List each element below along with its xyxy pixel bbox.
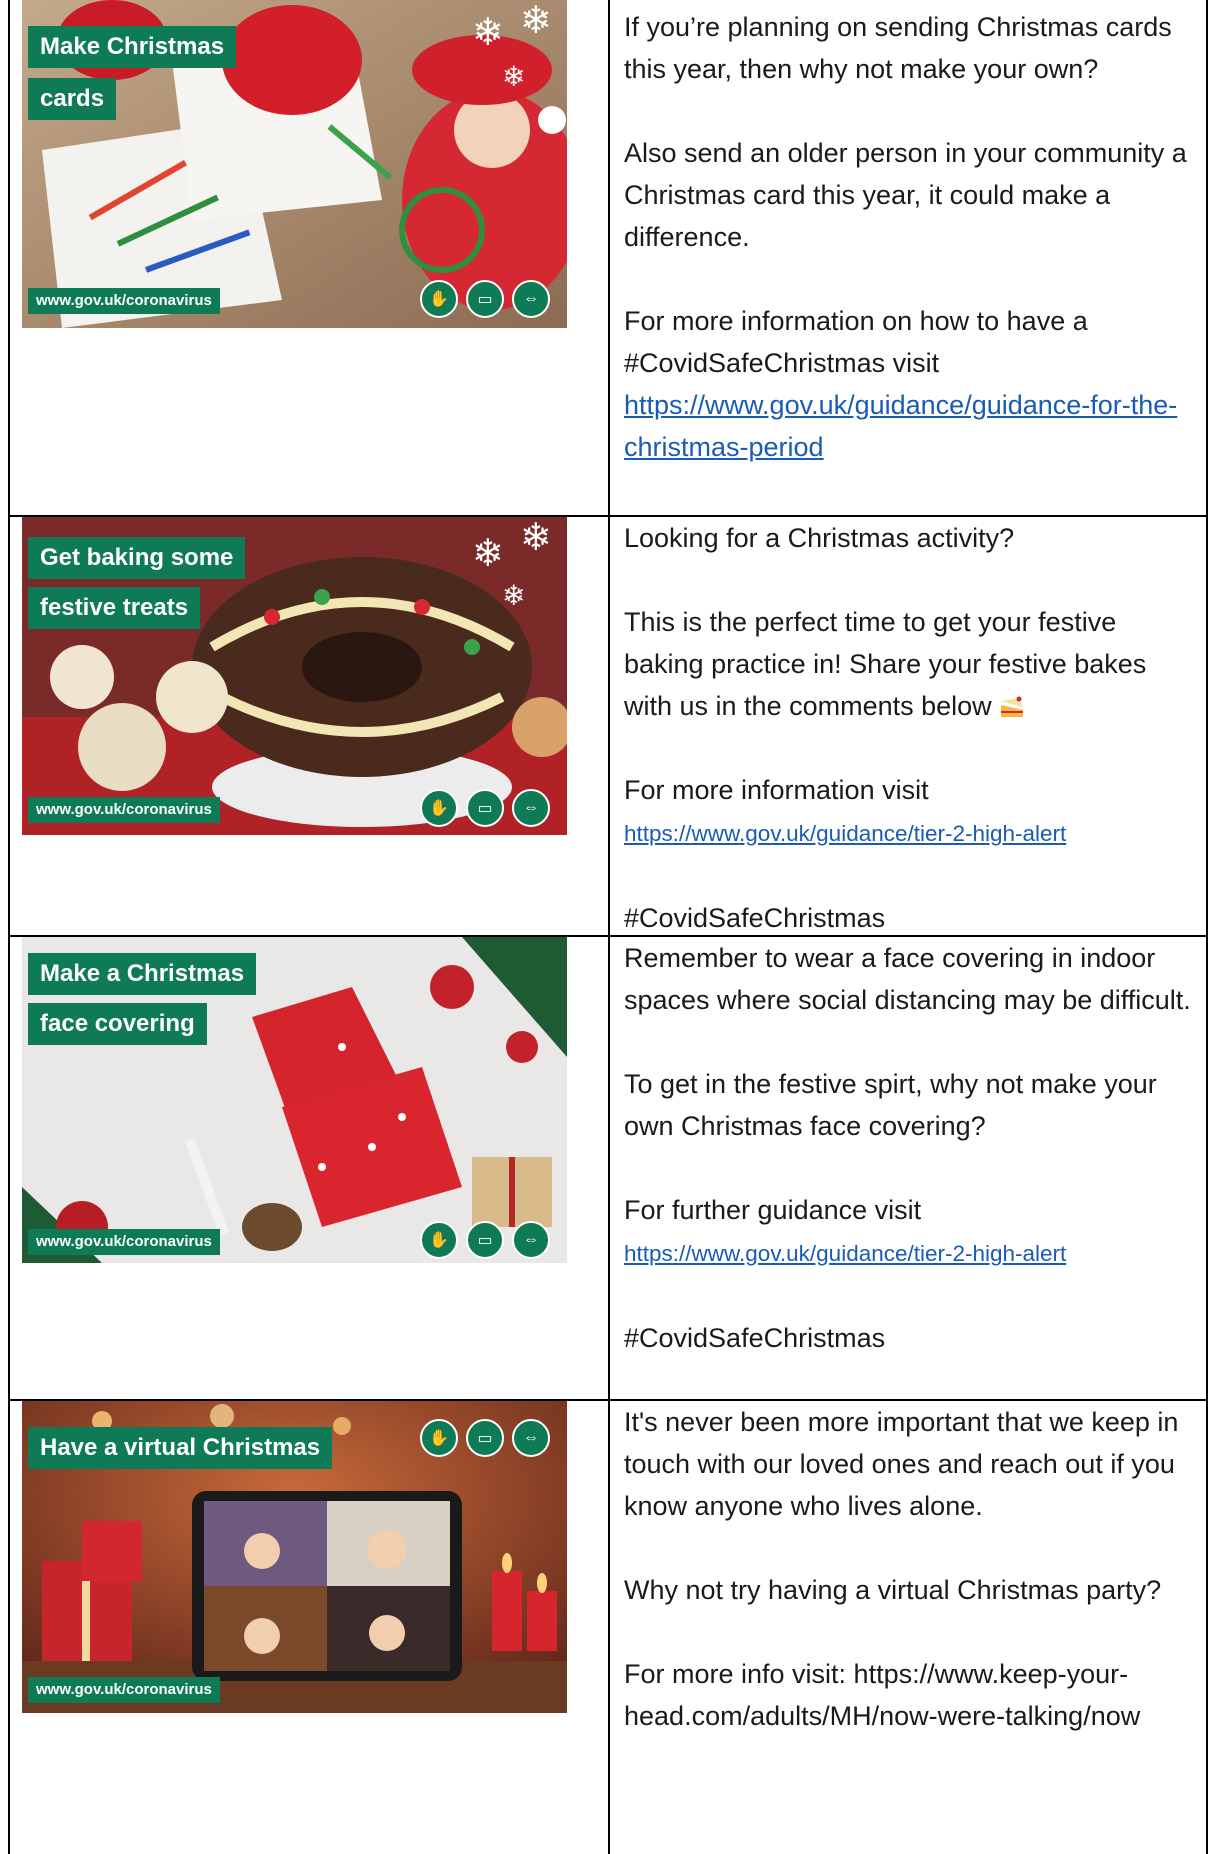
post-copy: If you’re planning on sending Christmas …: [624, 6, 1194, 468]
image-banner-title: Make Christmas: [28, 26, 237, 68]
covid-icons: ✋ ▭ ⇔: [420, 789, 550, 827]
virtual-christmas-image: Have a virtual Christmas www.gov.uk/coro…: [22, 1401, 567, 1713]
social-distance-icon: ⇔: [512, 1419, 550, 1457]
table-row: Have a virtual Christmas www.gov.uk/coro…: [8, 1399, 1208, 1854]
hand-wash-icon: ✋: [420, 1221, 458, 1259]
post-copy: Looking for a Christmas activity? This i…: [624, 517, 1194, 939]
image-banner-title: Have a virtual Christmas: [28, 1427, 333, 1469]
table-row: Make a Christmas face covering www.gov.u…: [8, 935, 1208, 1399]
hand-wash-icon: ✋: [420, 280, 458, 318]
face-mask-icon: ▭: [466, 1419, 504, 1457]
christmas-cards-image: Make Christmas cards www.gov.uk/coronavi…: [22, 0, 567, 328]
hand-wash-icon: ✋: [420, 1419, 458, 1457]
guidance-link[interactable]: https://www.gov.uk/guidance/tier-2-high-…: [624, 821, 1066, 846]
image-banner-title: cards: [28, 78, 117, 120]
snowflake-icon: ❄: [502, 580, 526, 611]
post-copy: It's never been more important that we k…: [624, 1401, 1194, 1737]
guidance-link[interactable]: https://www.gov.uk/guidance/guidance-for…: [624, 390, 1177, 462]
covid-icons: ✋ ▭ ⇔: [420, 280, 550, 318]
snowflake-icon: ❄: [520, 0, 552, 42]
paragraph: To get in the festive spirt, why not mak…: [624, 1069, 1157, 1141]
table-row: Make Christmas cards www.gov.uk/coronavi…: [8, 0, 1208, 515]
content-table: Make Christmas cards www.gov.uk/coronavi…: [8, 0, 1208, 1854]
covid-icons: ✋ ▭ ⇔: [420, 1221, 550, 1259]
table-row: Get baking some festive treats www.gov.u…: [8, 515, 1208, 935]
post-copy: Remember to wear a face covering in indo…: [624, 937, 1194, 1359]
snowflake-icon: ❄: [472, 12, 504, 54]
cake-emoji-icon: [1001, 696, 1024, 717]
social-distance-icon: ⇔: [512, 280, 550, 318]
paragraph: For more information visit: [624, 775, 929, 805]
gov-url-badge: www.gov.uk/coronavirus: [28, 1677, 220, 1703]
social-distance-icon: ⇔: [512, 789, 550, 827]
paragraph: Looking for a Christmas activity?: [624, 523, 1015, 553]
image-banner-title: Make a Christmas: [28, 953, 257, 995]
paragraph: Remember to wear a face covering in indo…: [624, 943, 1191, 1015]
covid-icons: ✋ ▭ ⇔: [420, 1419, 550, 1457]
face-covering-image: Make a Christmas face covering www.gov.u…: [22, 937, 567, 1263]
paragraph: It's never been more important that we k…: [624, 1407, 1179, 1521]
paragraph: Also send an older person in your commun…: [624, 138, 1187, 252]
snowflake-icon: ❄: [520, 517, 552, 559]
social-distance-icon: ⇔: [512, 1221, 550, 1259]
snowflake-icon: ❄: [472, 533, 504, 575]
festive-bakes-image: Get baking some festive treats www.gov.u…: [22, 517, 567, 835]
gov-url-badge: www.gov.uk/coronavirus: [28, 288, 220, 314]
hashtag: #CovidSafeChristmas: [624, 1323, 886, 1353]
paragraph: This is the perfect time to get your fes…: [624, 607, 1147, 721]
hashtag: #CovidSafeChristmas: [624, 903, 886, 933]
paragraph: For further guidance visit: [624, 1195, 922, 1225]
gov-url-badge: www.gov.uk/coronavirus: [28, 797, 220, 823]
paragraph: For more information on how to have a #C…: [624, 306, 1088, 378]
face-mask-icon: ▭: [466, 280, 504, 318]
paragraph: For more info visit: https://www.keep-yo…: [624, 1659, 1141, 1731]
hand-wash-icon: ✋: [420, 789, 458, 827]
image-banner-title: face covering: [28, 1003, 207, 1045]
snowflake-icon: ❄: [502, 61, 526, 92]
face-mask-icon: ▭: [466, 1221, 504, 1259]
guidance-link[interactable]: https://www.gov.uk/guidance/tier-2-high-…: [624, 1241, 1066, 1266]
paragraph: If you’re planning on sending Christmas …: [624, 12, 1172, 84]
image-banner-title: festive treats: [28, 587, 201, 629]
paragraph: Why not try having a virtual Christmas p…: [624, 1575, 1162, 1605]
image-banner-title: Get baking some: [28, 537, 246, 579]
gov-url-badge: www.gov.uk/coronavirus: [28, 1229, 220, 1255]
face-mask-icon: ▭: [466, 789, 504, 827]
